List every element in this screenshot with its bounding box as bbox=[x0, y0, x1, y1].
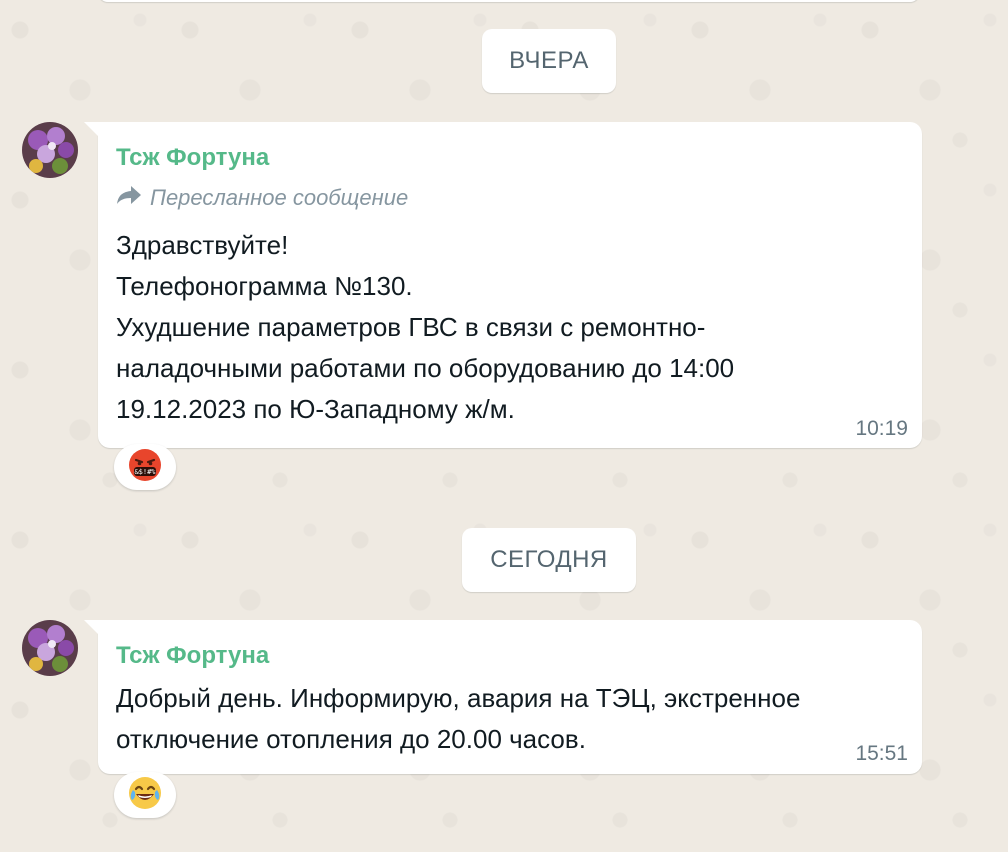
message-time: 15:51 bbox=[855, 742, 908, 765]
face-with-symbols-on-mouth-icon: &$!#% bbox=[128, 448, 162, 487]
forward-arrow-icon bbox=[116, 185, 142, 211]
message-text-line: отключение отопления до 20.00 часов. bbox=[116, 724, 586, 754]
forwarded-label: Пересланное сообщение bbox=[150, 185, 409, 210]
message-text: Добрый день. Информирую, авария на ТЭЦ, … bbox=[116, 678, 800, 760]
sender-name[interactable]: Тсж Фортуна bbox=[116, 144, 269, 172]
message-text-line: 19.12.2023 по Ю-Западному ж/м. bbox=[116, 394, 515, 424]
message-reaction[interactable]: &$!#% bbox=[114, 444, 176, 490]
reaction-symbols: &$!#% bbox=[134, 468, 156, 476]
date-separator-label: СЕГОДНЯ bbox=[490, 546, 608, 573]
message-text-line: Добрый день. Информирую, авария на ТЭЦ, … bbox=[116, 683, 801, 713]
avatar-image bbox=[22, 122, 78, 178]
message-text-line: Ухудшение параметров ГВС в связи с ремон… bbox=[116, 312, 706, 342]
message-text-line: Здравствуйте! bbox=[116, 230, 289, 260]
sender-avatar[interactable] bbox=[22, 122, 78, 178]
sender-name[interactable]: Тсж Фортуна bbox=[116, 642, 269, 670]
sender-avatar[interactable] bbox=[22, 620, 78, 676]
date-separator-today: СЕГОДНЯ bbox=[462, 528, 636, 592]
bubble-tail bbox=[84, 122, 98, 136]
forwarded-indicator: Пересланное сообщение bbox=[116, 185, 408, 211]
message-text-line: Телефонограмма №130. bbox=[116, 271, 413, 301]
date-separator-label: ВЧЕРА bbox=[509, 47, 589, 74]
previous-message-bubble[interactable] bbox=[98, 0, 920, 2]
date-separator-yesterday: ВЧЕРА bbox=[482, 29, 616, 93]
message-reaction[interactable] bbox=[114, 772, 176, 818]
message-bubble[interactable]: Тсж Фортуна Добрый день. Информирую, ава… bbox=[84, 620, 922, 774]
face-with-tears-of-joy-icon bbox=[128, 776, 162, 815]
avatar-image bbox=[22, 620, 78, 676]
message-bubble[interactable]: Тсж Фортуна Пересланное сообщение Здравс… bbox=[84, 122, 922, 448]
message-text-line: наладочными работами по оборудованию до … bbox=[116, 353, 735, 383]
bubble-tail bbox=[84, 620, 98, 634]
message-text: Здравствуйте! Телефонограмма №130. Ухудш… bbox=[116, 225, 734, 430]
message-time: 10:19 bbox=[855, 417, 908, 440]
